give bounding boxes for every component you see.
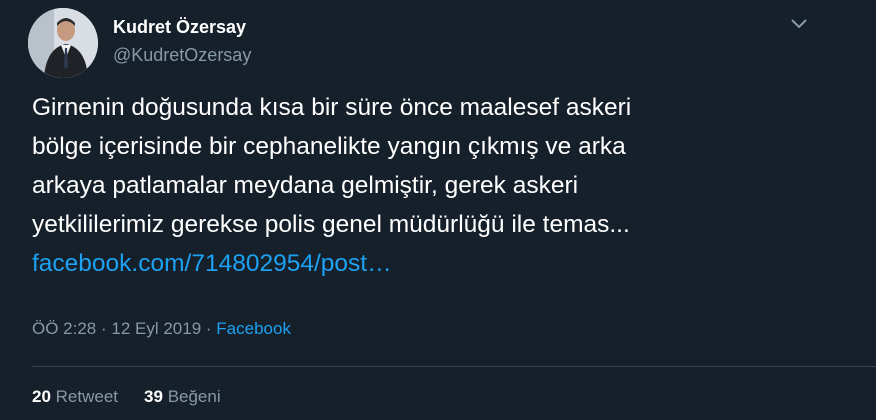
avatar-image bbox=[28, 8, 98, 78]
tweet-text-line: arkaya patlamalar meydana gelmiştir, ger… bbox=[32, 172, 579, 199]
tweet-link[interactable]: facebook.com/714802954/post… bbox=[32, 244, 832, 283]
tweet-text-line: bölge içerisinde bir cephanelikte yangın… bbox=[32, 133, 626, 160]
retweet-count: 20 bbox=[32, 387, 51, 406]
tweet-source[interactable]: Facebook bbox=[216, 319, 291, 338]
retweet-label: Retweet bbox=[55, 387, 119, 406]
like-stat[interactable]: 39 Beğeni bbox=[144, 387, 221, 406]
tweet-time[interactable]: ÖÖ 2:28 bbox=[32, 319, 96, 338]
tweet-text: Girnenin doğusunda kısa bir süre önce ma… bbox=[32, 88, 832, 283]
meta-separator: · bbox=[96, 319, 112, 338]
like-count: 39 bbox=[144, 387, 163, 406]
divider bbox=[32, 366, 876, 367]
author-name[interactable]: Kudret Özersay bbox=[113, 16, 246, 38]
tweet-date[interactable]: 12 Eyl 2019 bbox=[111, 319, 201, 338]
tweet-meta: ÖÖ 2:28 · 12 Eyl 2019 · Facebook bbox=[32, 318, 291, 340]
tweet-stats: 20 Retweet 39 Beğeni bbox=[32, 386, 221, 408]
retweet-stat[interactable]: 20 Retweet bbox=[32, 387, 118, 406]
like-label: Beğeni bbox=[167, 387, 221, 406]
meta-separator: · bbox=[201, 319, 217, 338]
tweet-text-line: yetkililerimiz gerekse polis genel müdür… bbox=[32, 211, 630, 238]
author-handle[interactable]: @KudretOzersay bbox=[113, 44, 251, 66]
chevron-down-icon[interactable] bbox=[786, 14, 812, 34]
avatar[interactable] bbox=[28, 8, 98, 78]
tweet-card: Kudret Özersay @KudretOzersay Girnenin d… bbox=[0, 0, 876, 420]
tweet-text-line: Girnenin doğusunda kısa bir süre önce ma… bbox=[32, 94, 632, 121]
